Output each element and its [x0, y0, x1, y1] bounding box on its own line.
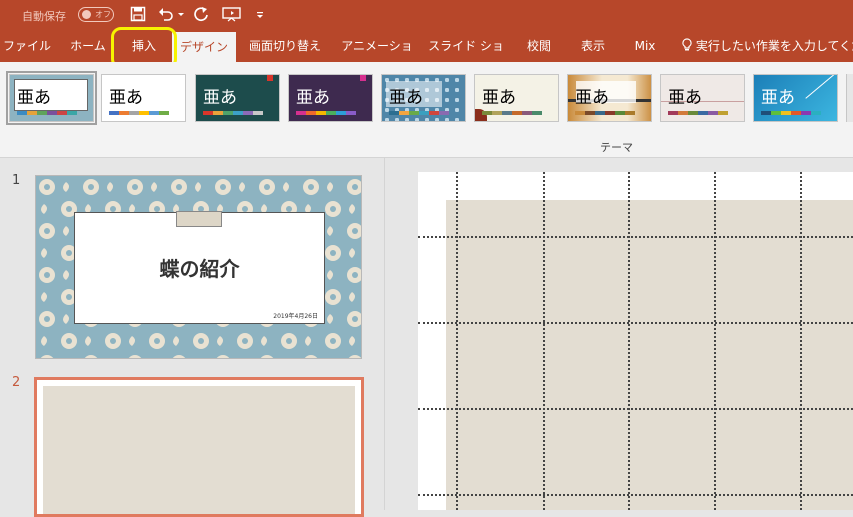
slide-background [446, 200, 853, 510]
tab-review[interactable]: 校閲 [516, 30, 562, 62]
theme-label: 亜あ [203, 88, 237, 108]
theme-thumbnail[interactable]: 亜あ [288, 74, 373, 122]
theme-color-swatches [575, 111, 635, 115]
present-icon[interactable] [222, 6, 242, 22]
theme-color-swatches [668, 111, 728, 115]
theme-color-swatches [482, 111, 542, 115]
theme-label: 亜あ [761, 88, 795, 108]
tab-transitions[interactable]: 画面切り替え [244, 30, 326, 62]
theme-thumbnail[interactable]: 亜あ [567, 74, 652, 122]
theme-color-swatches [761, 111, 821, 115]
theme-label: 亜あ [389, 88, 423, 108]
design-ribbon: 亜あ 亜あ 亜あ 亜あ 亜あ 亜あ 亜あ 亜あ 亜あ テーマ [0, 62, 853, 158]
theme-thumbnail[interactable]: 亜あ [660, 74, 745, 122]
tab-slideshow[interactable]: スライド ショー [424, 30, 508, 85]
theme-label: 亜あ [482, 88, 516, 108]
theme-color-swatches [389, 111, 449, 115]
slide-thumbnail-pane: 1 蝶の紹介 2019年4月26日 2 [0, 158, 385, 517]
tab-file[interactable]: ファイル [0, 30, 54, 62]
slide-date: 2019年4月26日 [273, 313, 318, 320]
dropdown-icon[interactable] [177, 6, 185, 22]
autosave-label: 自動保存 [22, 10, 66, 23]
theme-label: 亜あ [109, 88, 143, 108]
theme-color-swatches [17, 111, 77, 115]
autosave-state: オフ [95, 10, 111, 19]
slide-thumbnail-selected[interactable] [34, 377, 364, 517]
theme-color-swatches [109, 111, 169, 115]
autosave-toggle[interactable]: オフ [78, 7, 114, 22]
theme-thumbnail[interactable]: 亜あ [474, 74, 559, 122]
customize-icon[interactable] [255, 6, 265, 22]
theme-color-swatches [296, 111, 356, 115]
save-icon[interactable] [130, 6, 146, 22]
theme-thumbnail[interactable]: 亜あ [101, 74, 186, 122]
grid-guide [714, 172, 716, 510]
grid-guide [456, 172, 458, 510]
theme-thumbnail[interactable]: 亜あ [6, 71, 97, 125]
slide-background [43, 386, 355, 514]
slide-number: 2 [12, 375, 21, 390]
slide-title: 蝶の紹介 [159, 257, 240, 281]
grid-guide [800, 172, 802, 510]
tab-animations[interactable]: アニメーション [336, 30, 418, 85]
grid-guide [418, 408, 853, 410]
slide-editor [386, 158, 853, 510]
theme-label: 亜あ [575, 88, 609, 108]
title-placeholder: 蝶の紹介 2019年4月26日 [74, 212, 325, 324]
theme-thumbnail[interactable]: 亜あ [195, 74, 280, 122]
theme-label: 亜あ [17, 88, 51, 108]
slide-number: 1 [12, 173, 21, 188]
toggle-knob [82, 10, 91, 19]
title-bar: 自動保存 オフ [0, 0, 853, 30]
theme-label: 亜あ [668, 88, 702, 108]
theme-thumbnail[interactable]: 亜あ [381, 74, 466, 122]
undo-icon[interactable] [158, 6, 174, 22]
grid-guide [418, 322, 853, 324]
tab-mix[interactable]: Mix [624, 30, 666, 62]
grid-guide [418, 236, 853, 238]
ribbon-group-label: テーマ [600, 141, 633, 154]
title-tab-decoration [176, 211, 222, 227]
theme-color-swatches [203, 111, 263, 115]
slide-thumbnail[interactable]: 蝶の紹介 2019年4月26日 [35, 175, 362, 359]
gallery-scroll[interactable] [846, 74, 853, 122]
tell-me-text: 実行したい作業を入力してください [695, 39, 853, 53]
theme-label: 亜あ [296, 88, 330, 108]
tab-home[interactable]: ホーム [62, 30, 114, 62]
tab-view[interactable]: 表示 [570, 30, 616, 62]
grid-guide [418, 494, 853, 496]
tab-design[interactable]: デザイン [172, 32, 236, 62]
grid-guide [628, 172, 630, 510]
slide-canvas[interactable] [418, 172, 853, 510]
tell-me-search[interactable]: 実行したい作業を入力してください [682, 30, 853, 62]
lightbulb-icon [682, 38, 692, 53]
theme-thumbnail[interactable]: 亜あ [753, 74, 838, 122]
redo-icon[interactable] [193, 6, 209, 22]
grid-guide [543, 172, 545, 510]
